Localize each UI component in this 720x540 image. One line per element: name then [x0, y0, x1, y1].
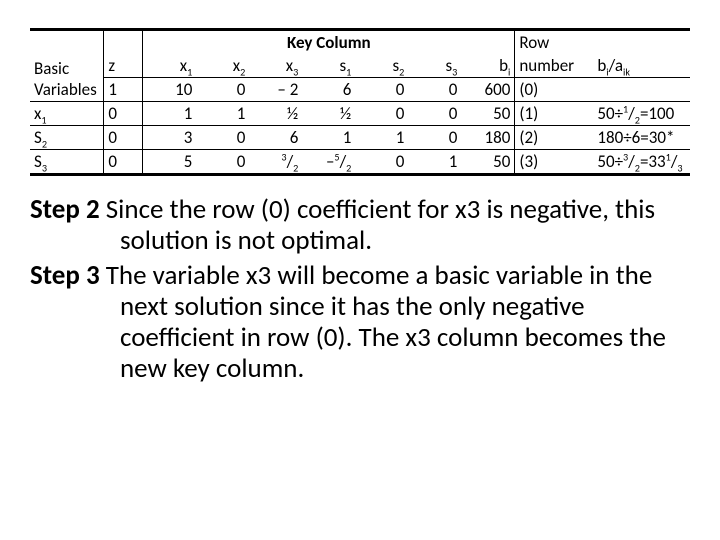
step-2: Step 2 Since the row (0) coefficient for… [30, 194, 690, 256]
hdr-s2: s2 [355, 54, 408, 78]
cell: 5 [143, 150, 197, 175]
hdr-x3: x3 [249, 54, 302, 78]
key-column-title: Key Column [143, 30, 515, 55]
cell: 0 [104, 126, 143, 150]
hdr-rownumber-l1: Row [515, 30, 594, 55]
cell [593, 78, 690, 102]
cell: 180 [461, 126, 515, 150]
cell: 0 [355, 150, 408, 175]
cell: 1 [302, 126, 355, 150]
cell: ½ [302, 102, 355, 126]
cell: 0 [196, 150, 249, 175]
hdr-basic-variables: BasicVariables [30, 54, 104, 102]
step-text-block: Step 2 Since the row (0) coefficient for… [30, 194, 690, 384]
cell: (1) [515, 102, 594, 126]
cell: S2 [30, 126, 104, 150]
cell: (2) [515, 126, 594, 150]
step-3-text: The variable x3 will become a basic vari… [100, 259, 666, 385]
cell: 3/2 [249, 150, 302, 175]
cell: 50 [461, 150, 515, 175]
cell: 600 [461, 78, 515, 102]
cell: (0) [515, 78, 594, 102]
cell: 0 [408, 102, 461, 126]
cell: –5/2 [302, 150, 355, 175]
cell: 0 [355, 102, 408, 126]
cell: 3 [143, 126, 197, 150]
step-3-label: Step 3 [30, 259, 100, 292]
cell: 10 [143, 78, 197, 102]
cell: 180÷6=30* [593, 126, 690, 150]
cell: 1 [355, 126, 408, 150]
cell: x1 [30, 102, 104, 126]
cell: 0 [104, 102, 143, 126]
cell: 0 [196, 126, 249, 150]
cell: 0 [408, 78, 461, 102]
hdr-x1: x1 [143, 54, 197, 78]
step-2-label: Step 2 [30, 193, 100, 226]
hdr-s3: s3 [408, 54, 461, 78]
cell: S3 [30, 150, 104, 175]
cell: (3) [515, 150, 594, 175]
hdr-s1: s1 [302, 54, 355, 78]
cell: 6 [302, 78, 355, 102]
hdr-rownumber-l2: number [515, 54, 594, 78]
cell: 1 [143, 102, 197, 126]
cell: 1 [408, 150, 461, 175]
cell: ½ [249, 102, 302, 126]
cell: 1 [196, 102, 249, 126]
cell: 0 [104, 150, 143, 175]
hdr-bi: bi [461, 54, 515, 78]
cell: 50÷1/2=100 [593, 102, 690, 126]
hdr-x2: x2 [196, 54, 249, 78]
simplex-tableau: Key Column Row BasicVariables z x1 x2 x3… [30, 28, 690, 176]
step-3: Step 3 The variable x3 will become a bas… [30, 260, 690, 384]
cell: 1 [104, 78, 143, 102]
hdr-ratio: bi/aik [593, 54, 690, 78]
cell: – 2 [249, 78, 302, 102]
step-2-text: Since the row (0) coefficient for x3 is … [100, 193, 655, 257]
cell: 50 [461, 102, 515, 126]
cell: 0 [408, 126, 461, 150]
cell: 0 [196, 78, 249, 102]
cell: 50÷3/2=331/3 [593, 150, 690, 175]
cell: 0 [355, 78, 408, 102]
cell: 6 [249, 126, 302, 150]
